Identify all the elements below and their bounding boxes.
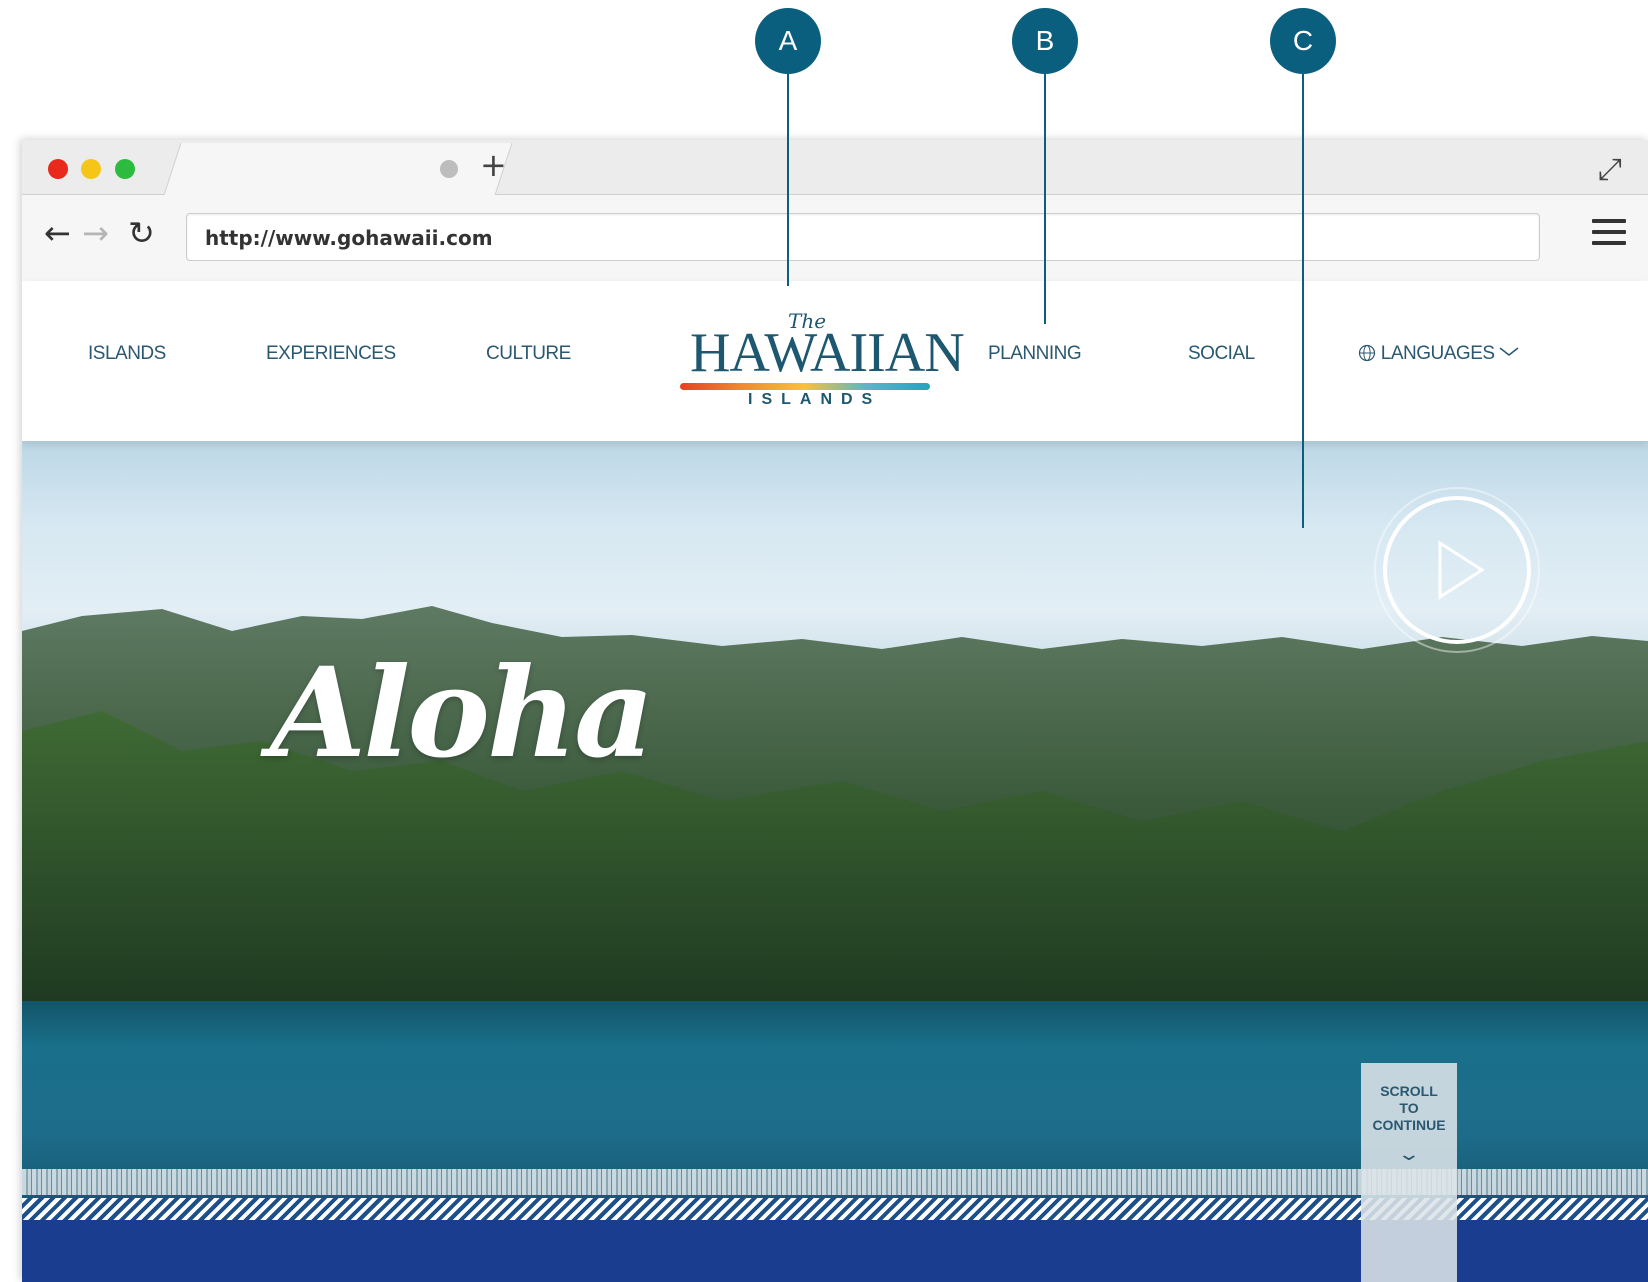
scroll-label: SCROLL TO CONTINUE [1372,1083,1446,1133]
zoom-window-button[interactable] [115,159,135,179]
nav-planning[interactable]: PLANNING [988,343,1082,365]
expand-icon[interactable]: ⤢ [1598,152,1622,187]
logo-main-text: HAWAIIAN [690,322,965,384]
callout-b-line [1044,74,1046,324]
browser-window: + ⤢ ← → ↻ http://www.gohawaii.com ISLAND… [22,140,1648,1282]
menu-icon[interactable] [1592,219,1626,252]
callout-c: C [1270,8,1336,74]
tab-loading-icon [440,160,458,178]
nav-languages-label: LANGUAGES [1380,343,1495,364]
chevron-down-icon: ⌄ [1396,1144,1422,1165]
callout-c-line [1302,74,1304,528]
forward-arrow-icon[interactable]: → [82,213,109,253]
hero-headline: Aloha [270,641,655,786]
back-arrow-icon[interactable]: ← [44,213,71,253]
callout-a: A [755,8,821,74]
site-navigation: ISLANDS EXPERIENCES CULTURE The HAWAIIAN… [22,281,1648,441]
nav-islands[interactable]: ISLANDS [88,343,166,365]
nav-social[interactable]: SOCIAL [1188,343,1255,365]
reload-icon[interactable]: ↻ [128,213,155,253]
callout-b: B [1012,8,1078,74]
callout-a-line [787,74,789,286]
address-bar[interactable]: http://www.gohawaii.com [186,213,1540,261]
logo-brush-stroke [680,383,930,390]
globe-icon [1358,344,1376,362]
nav-experiences[interactable]: EXPERIENCES [266,343,396,365]
new-tab-button[interactable]: + [480,148,507,182]
chevron-down-icon [1499,347,1519,356]
scroll-to-continue-button[interactable]: SCROLL TO CONTINUE ⌄ [1361,1063,1457,1282]
url-text: http://www.gohawaii.com [205,226,493,250]
hero-section: Aloha SCROLL TO CONTINUE ⌄ [22,441,1648,1282]
logo-sub-text: ISLANDS [748,391,882,408]
close-window-button[interactable] [48,159,68,179]
nav-culture[interactable]: CULTURE [486,343,571,365]
browser-toolbar: ← → ↻ http://www.gohawaii.com [22,195,1648,281]
browser-tab[interactable] [163,143,513,195]
nav-languages[interactable]: LANGUAGES [1358,343,1519,365]
hawaiian-islands-logo[interactable]: The HAWAIIAN ISLANDS [680,309,965,419]
tab-bar: + ⤢ [22,140,1648,195]
play-icon[interactable] [1372,485,1542,655]
minimize-window-button[interactable] [81,159,101,179]
